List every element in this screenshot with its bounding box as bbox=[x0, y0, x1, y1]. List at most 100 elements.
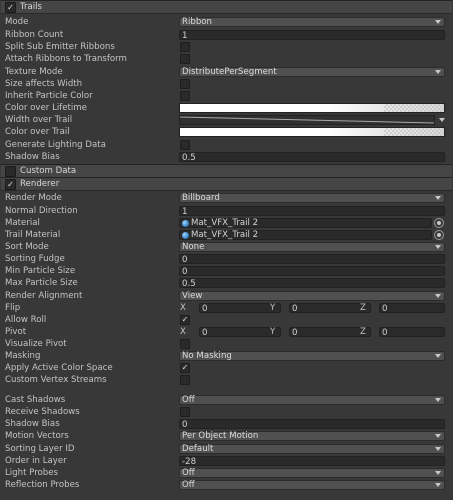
chevron-down-icon bbox=[435, 196, 441, 200]
motion-vectors-value: Per Object Motion bbox=[182, 431, 259, 441]
size-affects-width-checkbox[interactable] bbox=[180, 79, 190, 89]
split-sub-emitter-label: Split Sub Emitter Ribbons bbox=[5, 42, 115, 52]
material-object-field[interactable]: Mat_VFX_Trail 2 bbox=[179, 218, 432, 228]
gradient-alpha-pattern bbox=[384, 104, 444, 112]
sort-mode-dropdown[interactable]: None bbox=[179, 242, 445, 252]
custom-data-module-header[interactable]: Custom Data bbox=[1, 164, 452, 178]
renderer-shadow-bias-row: Shadow Bias 0 bbox=[0, 418, 453, 430]
pivot-z-field[interactable]: 0 bbox=[379, 327, 445, 338]
motion-vectors-dropdown[interactable]: Per Object Motion bbox=[179, 431, 445, 441]
color-over-trail-label: Color over Trail bbox=[5, 127, 70, 137]
size-affects-width-label: Size affects Width bbox=[5, 79, 83, 89]
render-alignment-dropdown[interactable]: View bbox=[179, 291, 445, 301]
material-sphere-icon bbox=[182, 220, 189, 227]
chevron-down-icon bbox=[435, 398, 441, 402]
normal-direction-row: Normal Direction 1 bbox=[0, 205, 453, 217]
texture-mode-label: Texture Mode bbox=[5, 67, 63, 77]
trails-shadow-bias-label: Shadow Bias bbox=[5, 152, 60, 162]
motion-vectors-row: Motion Vectors Per Object Motion bbox=[0, 430, 453, 442]
trails-module-header[interactable]: ✓ Trails bbox=[1, 0, 452, 14]
attach-ribbons-checkbox[interactable] bbox=[180, 54, 190, 64]
max-particle-size-row: Max Particle Size 0.5 bbox=[0, 277, 453, 289]
ribbon-count-field[interactable]: 1 bbox=[179, 30, 445, 40]
chevron-down-icon bbox=[435, 434, 441, 438]
trails-header-label: Trails bbox=[20, 2, 43, 12]
trail-material-row: Trail Material Mat_VFX_Trail 2 bbox=[0, 229, 453, 241]
object-picker-icon[interactable] bbox=[434, 230, 444, 240]
renderer-enable-checkbox[interactable]: ✓ bbox=[5, 178, 16, 190]
renderer-shadow-bias-label: Shadow Bias bbox=[5, 419, 60, 429]
custom-vertex-streams-label: Custom Vertex Streams bbox=[5, 375, 107, 385]
flip-y-field[interactable]: 0 bbox=[289, 303, 371, 314]
custom-data-enable-checkbox[interactable] bbox=[5, 165, 16, 177]
render-mode-value: Billboard bbox=[182, 193, 220, 203]
mode-value: Ribbon bbox=[182, 17, 212, 27]
receive-shadows-label: Receive Shadows bbox=[5, 407, 80, 417]
attach-ribbons-row: Attach Ribbons to Transform bbox=[0, 53, 453, 65]
masking-row: Masking No Masking bbox=[0, 350, 453, 362]
render-alignment-label: Render Alignment bbox=[5, 291, 83, 301]
sort-mode-row: Sort Mode None bbox=[0, 241, 453, 253]
renderer-header-label: Renderer bbox=[20, 179, 60, 189]
normal-direction-field[interactable]: 1 bbox=[179, 206, 445, 216]
allow-roll-checkbox[interactable]: ✓ bbox=[180, 315, 190, 325]
order-in-layer-field[interactable]: -28 bbox=[179, 456, 445, 466]
reflection-probes-dropdown[interactable]: Off bbox=[179, 480, 445, 490]
texture-mode-dropdown[interactable]: DistributePerSegment bbox=[179, 67, 445, 77]
trail-material-label: Trail Material bbox=[5, 230, 61, 240]
apply-active-color-space-checkbox[interactable]: ✓ bbox=[180, 363, 190, 373]
split-sub-emitter-checkbox[interactable] bbox=[180, 42, 190, 52]
generate-lighting-data-checkbox[interactable] bbox=[180, 140, 190, 150]
cast-shadows-dropdown[interactable]: Off bbox=[179, 395, 445, 405]
sorting-fudge-field[interactable]: 0 bbox=[179, 254, 445, 264]
visualize-pivot-row: Visualize Pivot bbox=[0, 338, 453, 350]
motion-vectors-label: Motion Vectors bbox=[5, 431, 69, 441]
min-particle-size-label: Min Particle Size bbox=[5, 266, 76, 276]
trails-shadow-bias-field[interactable]: 0.5 bbox=[179, 152, 445, 162]
visualize-pivot-checkbox[interactable] bbox=[180, 339, 190, 349]
max-particle-size-field[interactable]: 0.5 bbox=[179, 278, 445, 288]
inherit-particle-color-checkbox[interactable] bbox=[180, 91, 190, 101]
min-particle-size-field[interactable]: 0 bbox=[179, 266, 445, 276]
pivot-y-field[interactable]: 0 bbox=[289, 327, 371, 338]
chevron-down-icon bbox=[435, 70, 441, 74]
texture-mode-row: Texture Mode DistributePerSegment bbox=[0, 66, 453, 78]
size-affects-width-row: Size affects Width bbox=[0, 78, 453, 90]
attach-ribbons-label: Attach Ribbons to Transform bbox=[5, 54, 127, 64]
receive-shadows-checkbox[interactable] bbox=[180, 407, 190, 417]
flip-z-label: Z bbox=[360, 303, 366, 313]
sorting-layer-id-row: Sorting Layer ID Default bbox=[0, 443, 453, 455]
material-label: Material bbox=[5, 218, 40, 228]
light-probes-value: Off bbox=[182, 468, 195, 478]
chevron-down-icon[interactable] bbox=[439, 118, 445, 122]
masking-label: Masking bbox=[5, 351, 41, 361]
object-picker-icon[interactable] bbox=[434, 218, 444, 228]
width-over-trail-curve[interactable] bbox=[179, 115, 435, 125]
pivot-x-field[interactable]: 0 bbox=[199, 327, 281, 338]
render-mode-dropdown[interactable]: Billboard bbox=[179, 193, 445, 203]
custom-vertex-streams-checkbox[interactable] bbox=[180, 375, 190, 385]
flip-z-field[interactable]: 0 bbox=[379, 303, 445, 314]
pivot-label: Pivot bbox=[5, 327, 27, 337]
light-probes-dropdown[interactable]: Off bbox=[179, 468, 445, 478]
ribbon-count-label: Ribbon Count bbox=[5, 30, 64, 40]
color-over-lifetime-gradient[interactable] bbox=[179, 103, 445, 113]
sort-mode-label: Sort Mode bbox=[5, 242, 49, 252]
renderer-shadow-bias-field[interactable]: 0 bbox=[179, 419, 445, 429]
masking-dropdown[interactable]: No Masking bbox=[179, 351, 445, 361]
trail-material-object-field[interactable]: Mat_VFX_Trail 2 bbox=[179, 230, 432, 240]
sorting-layer-id-dropdown[interactable]: Default bbox=[179, 444, 445, 454]
render-alignment-value: View bbox=[182, 291, 203, 301]
allow-roll-label: Allow Roll bbox=[5, 315, 47, 325]
color-over-trail-gradient[interactable] bbox=[179, 127, 445, 137]
flip-x-field[interactable]: 0 bbox=[199, 303, 281, 314]
trails-enable-checkbox[interactable]: ✓ bbox=[5, 1, 16, 13]
trails-mode-row: Mode Ribbon bbox=[0, 16, 453, 28]
sorting-layer-id-label: Sorting Layer ID bbox=[5, 444, 75, 454]
chevron-down-icon bbox=[435, 471, 441, 475]
mode-dropdown[interactable]: Ribbon bbox=[179, 17, 445, 27]
renderer-module-header[interactable]: ✓ Renderer bbox=[1, 177, 452, 191]
sort-mode-value: None bbox=[182, 242, 205, 252]
color-over-lifetime-row: Color over Lifetime bbox=[0, 102, 453, 114]
curve-line bbox=[180, 116, 434, 124]
